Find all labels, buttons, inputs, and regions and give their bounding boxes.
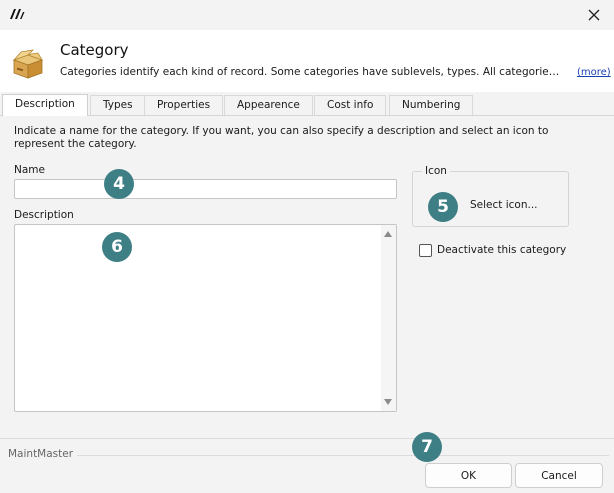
footer-divider [77, 455, 609, 456]
select-icon-button[interactable]: Select icon... [470, 199, 538, 211]
box-icon [12, 49, 44, 79]
scroll-up-icon[interactable] [384, 231, 392, 237]
callout-marker-4: 4 [104, 169, 134, 199]
tab-appearence[interactable]: Appearence [224, 95, 313, 115]
title-bar [0, 0, 614, 30]
close-icon [588, 9, 600, 21]
callout-marker-6: 6 [102, 232, 132, 262]
tab-description[interactable]: Description [2, 94, 88, 116]
callout-marker-5: 5 [428, 192, 458, 222]
name-label: Name [14, 164, 45, 176]
description-input[interactable] [15, 225, 381, 411]
ok-button[interactable]: OK [425, 463, 512, 488]
name-input[interactable] [14, 179, 397, 199]
description-label: Description [14, 209, 74, 221]
dialog-title: Category [60, 41, 129, 59]
tab-numbering[interactable]: Numbering [389, 95, 474, 115]
tab-cost-info[interactable]: Cost info [314, 95, 387, 115]
intro-text: Indicate a name for the category. If you… [14, 125, 549, 150]
more-link[interactable]: (more) [577, 67, 611, 78]
description-textarea[interactable] [14, 224, 397, 412]
close-button[interactable] [574, 0, 614, 30]
dialog-description: Categories identify each kind of record.… [60, 66, 560, 78]
deactivate-label[interactable]: Deactivate this category [437, 244, 566, 256]
tab-properties[interactable]: Properties [144, 95, 224, 115]
tab-types[interactable]: Types [90, 95, 146, 115]
footer-brand: MaintMaster [8, 448, 74, 460]
app-logo-icon [10, 9, 25, 19]
scroll-down-icon[interactable] [384, 399, 392, 405]
cancel-button[interactable]: Cancel [515, 463, 603, 488]
callout-marker-7: 7 [412, 432, 442, 462]
description-scrollbar[interactable] [381, 225, 396, 411]
deactivate-checkbox[interactable] [419, 244, 432, 257]
dialog-header [0, 30, 614, 92]
icon-group-label: Icon [422, 165, 450, 177]
